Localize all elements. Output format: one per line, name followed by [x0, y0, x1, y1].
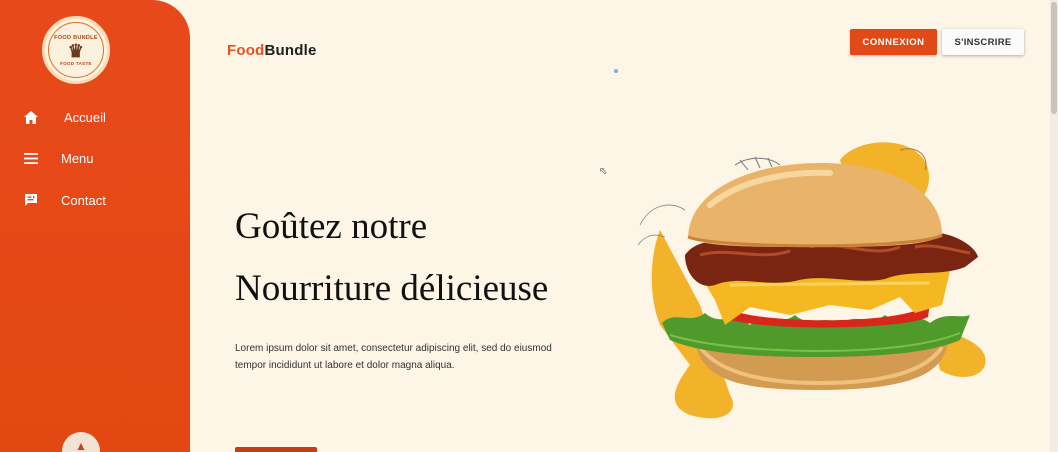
hero-title-line1: Goûtez notre: [235, 206, 428, 247]
hero-description: Lorem ipsum dolor sit amet, consectetur …: [235, 340, 615, 374]
contact-icon: [22, 191, 40, 209]
logo[interactable]: FOOD BUNDLE ♛ FOOD TASTE: [42, 16, 110, 84]
home-icon: [22, 108, 40, 126]
scrollbar-thumb[interactable]: [1051, 2, 1057, 114]
brand-part-food: Food: [227, 42, 265, 59]
menu-icon: [22, 149, 40, 167]
burger-image: [637, 142, 986, 419]
scroll-top-button[interactable]: ▲: [62, 432, 100, 452]
hero-text-line2: tempor incididunt ut labore et dolor mag…: [235, 360, 455, 371]
sidebar-item-label: Menu: [61, 150, 94, 166]
brand-logo[interactable]: FoodBundle: [227, 42, 316, 59]
hero-text-line1: Lorem ipsum dolor sit amet, consectetur …: [235, 343, 552, 354]
logo-subtitle: FOOD TASTE: [60, 60, 92, 66]
hero-title-line2: Nourriture délicieuse: [235, 268, 549, 309]
blue-dot: [614, 69, 618, 73]
sidebar-item-label: Accueil: [64, 109, 106, 125]
chef-hat-icon: ▲: [75, 439, 87, 452]
mouse-cursor-icon: ⬁: [599, 166, 608, 177]
sidebar: FOOD BUNDLE ♛ FOOD TASTE Accueil Menu Co…: [0, 0, 190, 452]
chef-icon: ♛: [67, 40, 85, 61]
hero-cta-button[interactable]: [235, 447, 317, 452]
brand-part-bundle: Bundle: [264, 42, 317, 59]
signup-button[interactable]: S'INSCRIRE: [942, 29, 1024, 55]
sidebar-item-contact[interactable]: Contact: [22, 191, 106, 209]
logo-badge: FOOD BUNDLE ♛ FOOD TASTE: [48, 22, 104, 78]
login-button[interactable]: CONNEXION: [850, 29, 937, 55]
sidebar-item-accueil[interactable]: Accueil: [22, 108, 106, 126]
sidebar-item-menu[interactable]: Menu: [22, 149, 94, 167]
hero-title: Goûtez notre Nourriture délicieuse: [235, 196, 635, 320]
sidebar-item-label: Contact: [61, 192, 106, 208]
scrollbar[interactable]: [1050, 0, 1058, 452]
